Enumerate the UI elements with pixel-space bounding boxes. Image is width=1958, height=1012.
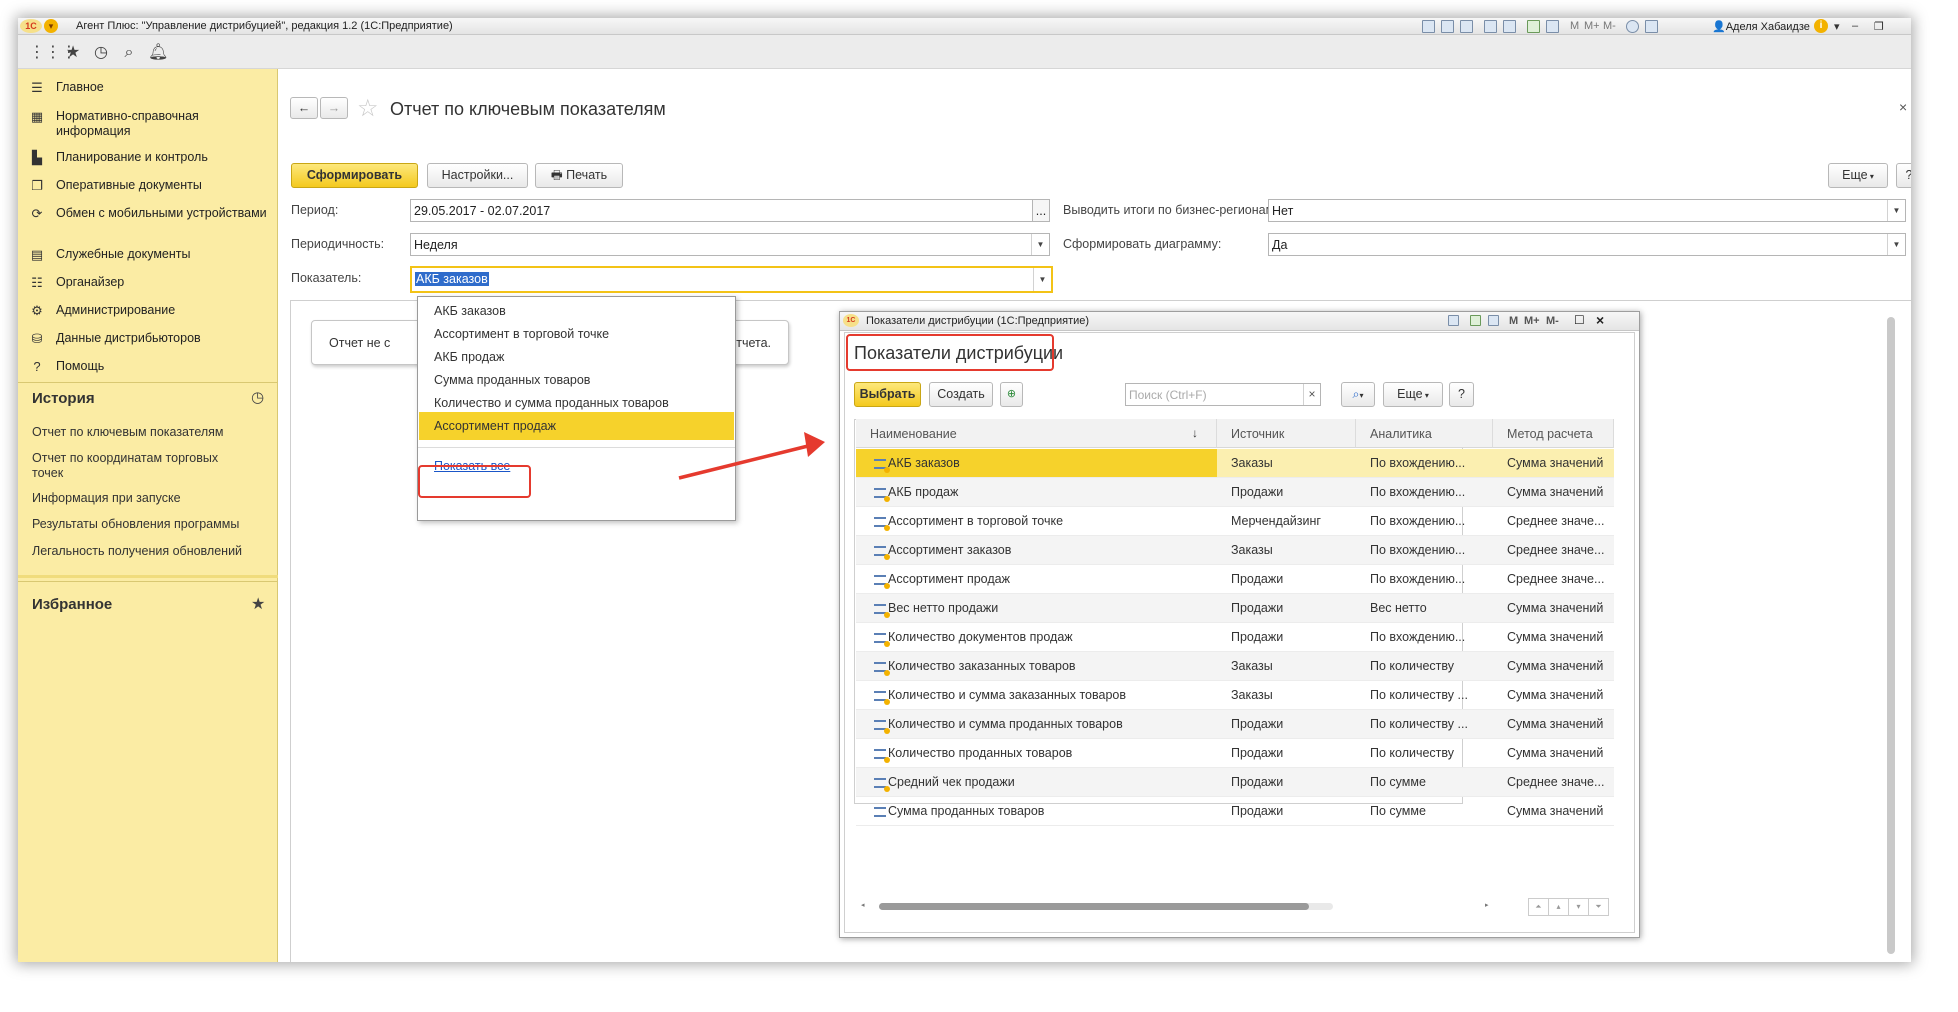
table-row[interactable]: АКБ продаж Продажи По вхождению... Сумма зн… (856, 478, 1614, 507)
cell-method: Сумма значений (1507, 456, 1604, 470)
first-row-icon[interactable]: ⏶ (1529, 899, 1549, 915)
table-row[interactable]: Ассортимент продаж Продажи По вхождению...… (856, 565, 1614, 594)
indicator-icon (874, 749, 890, 763)
table-row[interactable]: Количество и сумма заказанных товаров Зак… (856, 681, 1614, 710)
cell-analytics: По вхождению... (1370, 572, 1466, 586)
cell-name: АКБ продаж (888, 485, 959, 499)
cell-method: Среднее значе... (1507, 514, 1605, 528)
row-nav: ⏶ ▴ ▾ ⏷ (1528, 898, 1609, 916)
cell-source: Мерчендайзинг (1231, 514, 1321, 528)
prev-row-icon[interactable]: ▴ (1549, 899, 1569, 915)
cell-method: Сумма значений (1507, 804, 1604, 818)
cell-name: Средний чек продажи (888, 775, 1015, 789)
table-row[interactable]: Количество проданных товаров Продажи По ко… (856, 739, 1614, 768)
indicator-icon (874, 691, 890, 705)
cell-method: Сумма значений (1507, 601, 1604, 615)
app-window: 1С ▾ Агент Плюс: "Управление дистрибуцие… (18, 18, 1911, 962)
table-row[interactable]: Сумма проданных товаров Продажи По сумме Су… (856, 797, 1614, 826)
table-row[interactable]: Вес нетто продажи Продажи Вес нетто Сумма з… (856, 594, 1614, 623)
cell-analytics: По вхождению... (1370, 485, 1466, 499)
cell-analytics: По количеству (1370, 659, 1455, 673)
table-row[interactable]: Количество заказанных товаров Заказы По ко… (856, 652, 1614, 681)
cell-source: Заказы (1231, 688, 1273, 702)
indicator-icon (874, 807, 886, 817)
indicator-icon (874, 633, 890, 647)
table-row[interactable]: Ассортимент заказов Заказы По вхождению...… (856, 536, 1614, 565)
cell-name: Количество и сумма проданных товаров (888, 717, 1123, 731)
cell-name: Вес нетто продажи (888, 601, 999, 615)
cell-name: Количество заказанных товаров (888, 659, 1076, 673)
indicator-icon (874, 575, 890, 589)
cell-analytics: По сумме (1370, 804, 1426, 818)
indicator-icon (874, 517, 890, 531)
scroll-right-icon[interactable]: ▸ (1485, 901, 1489, 909)
column-header-label: Наименование (870, 427, 957, 441)
cell-name: Ассортимент в торговой точке (888, 514, 1064, 528)
table-row[interactable]: Средний чек продажи Продажи По сумме Средне… (856, 768, 1614, 797)
indicator-icon (874, 488, 890, 502)
cell-source: Заказы (1231, 659, 1273, 673)
table-row-selected[interactable]: АКБ заказов Заказы По вхождению... Сумма зн… (856, 449, 1614, 478)
cell-method: Сумма значений (1507, 717, 1604, 731)
column-header-analytics[interactable]: Аналитика (1356, 419, 1493, 448)
cell-analytics: Вес нетто (1370, 601, 1427, 615)
cell-name: АКБ заказов (888, 456, 960, 470)
cell-source: Продажи (1231, 601, 1284, 615)
cell-source: Продажи (1231, 775, 1284, 789)
cell-source: Продажи (1231, 804, 1284, 818)
cell-analytics: По вхождению... (1370, 456, 1466, 470)
last-row-icon[interactable]: ⏷ (1589, 899, 1608, 915)
column-header-name[interactable]: Наименование ↓ (856, 419, 1217, 448)
cell-source: Продажи (1231, 630, 1284, 644)
cell-source: Продажи (1231, 572, 1284, 586)
arrow-line (678, 444, 809, 480)
cell-analytics: По количеству ... (1370, 688, 1468, 702)
cell-method: Среднее значе... (1507, 775, 1605, 789)
cell-method: Сумма значений (1507, 630, 1604, 644)
cell-analytics: По сумме (1370, 775, 1426, 789)
column-header-source[interactable]: Источник (1217, 419, 1356, 448)
cell-name: Количество документов продаж (888, 630, 1073, 644)
cell-method: Сумма значений (1507, 659, 1604, 673)
indicator-icon (874, 720, 890, 734)
cell-analytics: По вхождению... (1370, 543, 1466, 557)
scrollbar-thumb[interactable] (879, 903, 1309, 910)
cell-analytics: По количеству ... (1370, 717, 1468, 731)
cell-analytics: По вхождению... (1370, 514, 1466, 528)
scroll-left-icon[interactable]: ◂ (861, 901, 867, 909)
table-row[interactable]: Количество документов продаж Продажи По вх… (856, 623, 1614, 652)
arrow-head (804, 432, 825, 457)
sort-down-icon: ↓ (1192, 426, 1198, 440)
cell-name: Ассортимент заказов (888, 543, 1012, 557)
cell-method: Сумма значений (1507, 485, 1604, 499)
indicator-icon (874, 604, 890, 618)
indicator-icon (874, 778, 890, 792)
indicator-icon (874, 459, 890, 473)
indicator-icon (874, 546, 890, 560)
table-row[interactable]: Ассортимент в торговой точке Мерчендайзин… (856, 507, 1614, 536)
cell-method: Сумма значений (1507, 746, 1604, 760)
cell-source: Заказы (1231, 543, 1273, 557)
cell-source: Продажи (1231, 485, 1284, 499)
cell-name: Количество и сумма заказанных товаров (888, 688, 1126, 702)
horizontal-scrollbar[interactable] (879, 903, 1333, 910)
cell-analytics: По вхождению... (1370, 630, 1466, 644)
cell-method: Среднее значе... (1507, 543, 1605, 557)
table-row[interactable]: Количество и сумма проданных товаров Прод… (856, 710, 1614, 739)
column-header-method[interactable]: Метод расчета (1493, 419, 1614, 448)
next-row-icon[interactable]: ▾ (1569, 899, 1589, 915)
cell-method: Среднее значе... (1507, 572, 1605, 586)
cell-analytics: По количеству (1370, 746, 1455, 760)
cell-name: Ассортимент продаж (888, 572, 1010, 586)
cell-method: Сумма значений (1507, 688, 1604, 702)
cell-name: Количество проданных товаров (888, 746, 1073, 760)
cell-name: Сумма проданных товаров (888, 804, 1045, 818)
cell-source: Заказы (1231, 456, 1273, 470)
indicator-icon (874, 662, 890, 676)
cell-source: Продажи (1231, 746, 1284, 760)
cell-source: Продажи (1231, 717, 1284, 731)
